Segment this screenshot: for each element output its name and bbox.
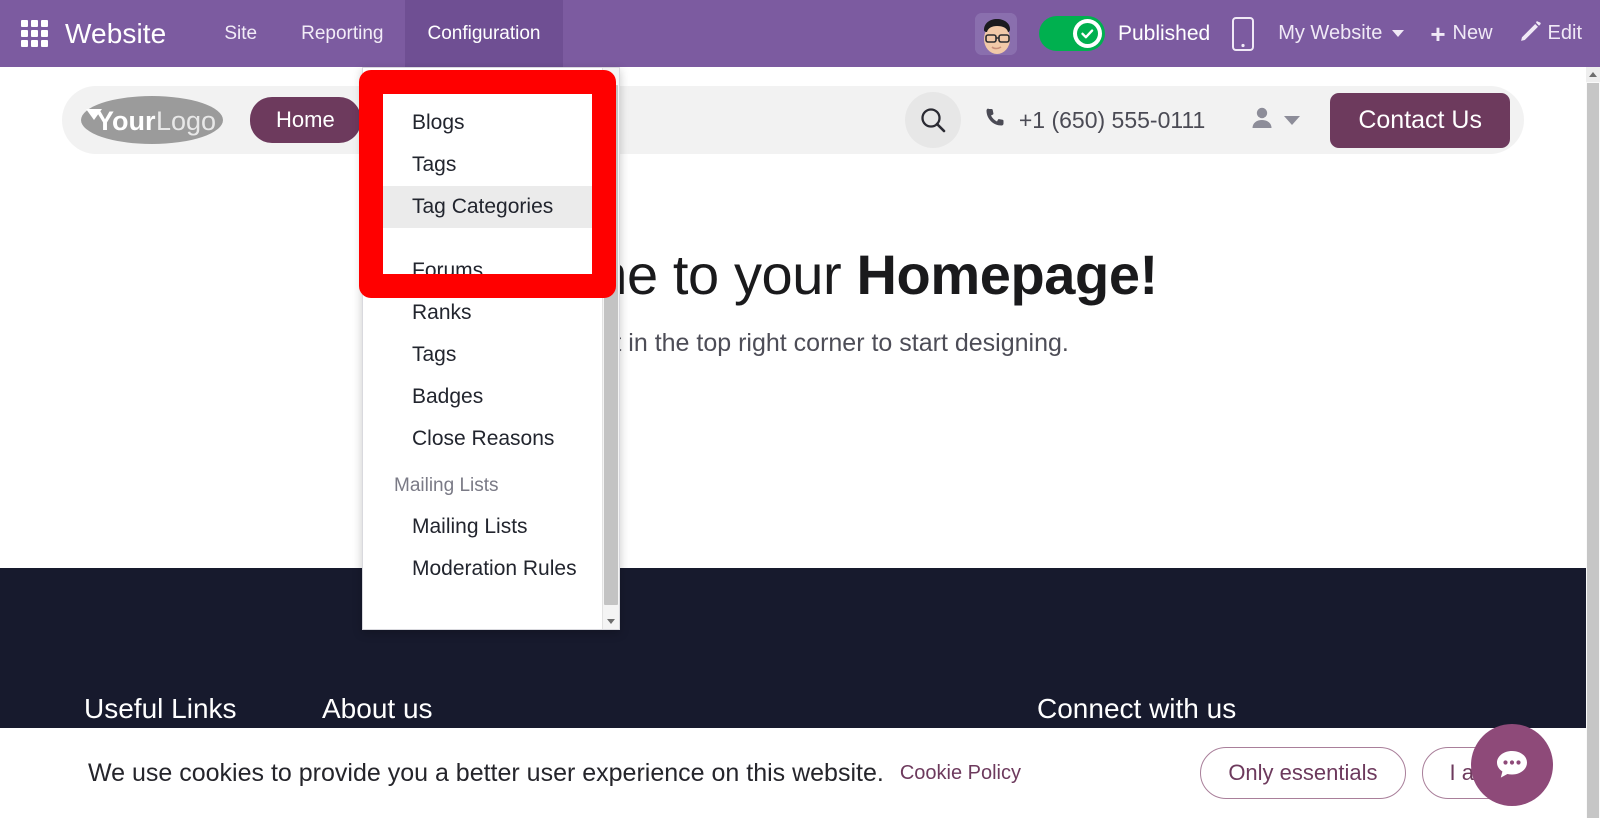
hero-section: Welcome to your Homepage! Click Edit in … <box>0 154 1586 358</box>
website-page: Your Logo Home +1 (650) 555-0111 Contact… <box>0 67 1586 818</box>
live-chat-button[interactable] <box>1471 724 1553 806</box>
dropdown-scroll-port: Blog Blogs Tags Tag Categories Forums Ra… <box>363 68 603 629</box>
dropdown-item-blog-tags[interactable]: Tags <box>363 144 603 186</box>
site-header-container: Your Logo Home +1 (650) 555-0111 Contact… <box>0 67 1586 154</box>
dropdown-item-tag-categories[interactable]: Tag Categories <box>363 186 603 228</box>
footer-column-title: Useful Links <box>84 693 237 724</box>
dropdown-item-moderation-rules[interactable]: Moderation Rules <box>363 548 603 590</box>
dropdown-item-close-reasons[interactable]: Close Reasons <box>363 418 603 460</box>
footer-column-title: Connect with us <box>1037 693 1237 724</box>
cookie-message: We use cookies to provide you a better u… <box>88 758 884 787</box>
footer-column-connect: Connect with us <box>1037 693 1236 725</box>
dropdown-divider <box>363 228 603 250</box>
publish-check-icon <box>1072 19 1102 48</box>
chat-bubble-icon <box>1497 751 1527 778</box>
menu-reporting[interactable]: Reporting <box>279 0 405 67</box>
phone-icon <box>983 105 1007 135</box>
cookie-policy-link[interactable]: Cookie Policy <box>900 762 1021 785</box>
site-header-right: +1 (650) 555-0111 Contact Us <box>904 92 1510 148</box>
dropdown-item-forums[interactable]: Forums <box>363 250 603 292</box>
dropdown-item-ranks[interactable]: Ranks <box>363 292 603 334</box>
edit-button[interactable]: Edit <box>1519 20 1582 48</box>
new-button[interactable]: + New <box>1430 21 1492 47</box>
avatar[interactable] <box>974 12 1017 55</box>
user-menu[interactable] <box>1249 105 1301 136</box>
menu-configuration[interactable]: Configuration <box>405 0 563 67</box>
footer-columns: Useful Links About us Connect with us <box>0 568 1586 725</box>
page-title: Welcome to your Homepage! <box>0 242 1586 307</box>
screen: Your Logo Home +1 (650) 555-0111 Contact… <box>0 0 1600 818</box>
publish-status-label: Published <box>1117 21 1211 45</box>
app-title[interactable]: Website <box>65 18 166 50</box>
menu-site[interactable]: Site <box>202 0 279 67</box>
dropdown-scroll-up-arrow[interactable] <box>603 68 619 84</box>
edit-label: Edit <box>1547 22 1582 44</box>
hero-heading-strong: Homepage! <box>856 243 1158 306</box>
site-header: Your Logo Home +1 (650) 555-0111 Contact… <box>62 86 1524 154</box>
scrollbar-up-arrow[interactable] <box>1586 67 1600 82</box>
dropdown-item-blogs[interactable]: Blogs <box>363 102 603 144</box>
chevron-down-icon <box>607 618 615 624</box>
chevron-down-icon <box>1392 30 1405 37</box>
contact-us-button[interactable]: Contact Us <box>1330 92 1510 148</box>
browser-scrollbar[interactable] <box>1586 67 1600 818</box>
system-menu: Site Reporting Configuration <box>202 0 563 67</box>
nav-item-home[interactable]: Home <box>250 97 361 143</box>
publish-toggle[interactable]: Published <box>1038 16 1211 51</box>
new-label: New <box>1452 22 1493 44</box>
dropdown-scroll-down-arrow[interactable] <box>603 613 619 629</box>
top-bar-right: Published My Website + New Edit <box>974 12 1600 55</box>
dropdown-section-title: Mailing Lists <box>394 475 499 496</box>
site-logo[interactable]: Your Logo <box>80 93 232 147</box>
chevron-down-icon <box>1284 115 1301 125</box>
pencil-icon <box>1519 20 1541 48</box>
only-essentials-button[interactable]: Only essentials <box>1200 747 1406 799</box>
dropdown-item-forum-tags[interactable]: Tags <box>363 334 603 376</box>
dropdown-scrollbar[interactable] <box>602 68 619 629</box>
phone-number[interactable]: +1 (650) 555-0111 <box>983 105 1205 135</box>
cookie-consent-bar: We use cookies to provide you a better u… <box>0 728 1586 818</box>
apps-grid-icon[interactable] <box>19 19 49 49</box>
website-selector[interactable]: My Website <box>1278 22 1405 45</box>
chevron-up-icon <box>607 73 615 79</box>
svg-text:Logo: Logo <box>156 106 216 136</box>
dropdown-item-mailing-lists[interactable]: Mailing Lists <box>363 506 603 548</box>
search-icon[interactable] <box>904 92 961 148</box>
footer-column-title: About us <box>322 693 433 724</box>
svg-text:Your: Your <box>96 106 156 136</box>
footer-column-useful-links: Useful Links <box>84 693 322 725</box>
hero-subtext: Click Edit in the top right corner to st… <box>517 329 1069 357</box>
website-selector-label: My Website <box>1278 22 1383 44</box>
configuration-dropdown-menu: Blog Blogs Tags Tag Categories Forums Ra… <box>362 67 620 630</box>
dropdown-item-badges[interactable]: Badges <box>363 376 603 418</box>
chevron-up-icon <box>1589 72 1597 77</box>
dropdown-section-title: Blog <box>394 71 433 92</box>
dropdown-items: Blog Blogs Tags Tag Categories Forums Ra… <box>363 68 603 590</box>
plus-icon: + <box>1430 18 1446 49</box>
odoo-top-bar: Website Site Reporting Configuration Pub… <box>0 0 1600 67</box>
dropdown-scrollbar-thumb[interactable] <box>604 85 618 605</box>
scrollbar-thumb[interactable] <box>1587 83 1599 818</box>
phone-label: +1 (650) 555-0111 <box>1018 106 1206 133</box>
user-icon <box>1249 105 1275 136</box>
publish-switch[interactable] <box>1038 16 1105 51</box>
footer-column-about-us: About us <box>322 693 1037 725</box>
mobile-preview-icon[interactable] <box>1232 16 1255 51</box>
